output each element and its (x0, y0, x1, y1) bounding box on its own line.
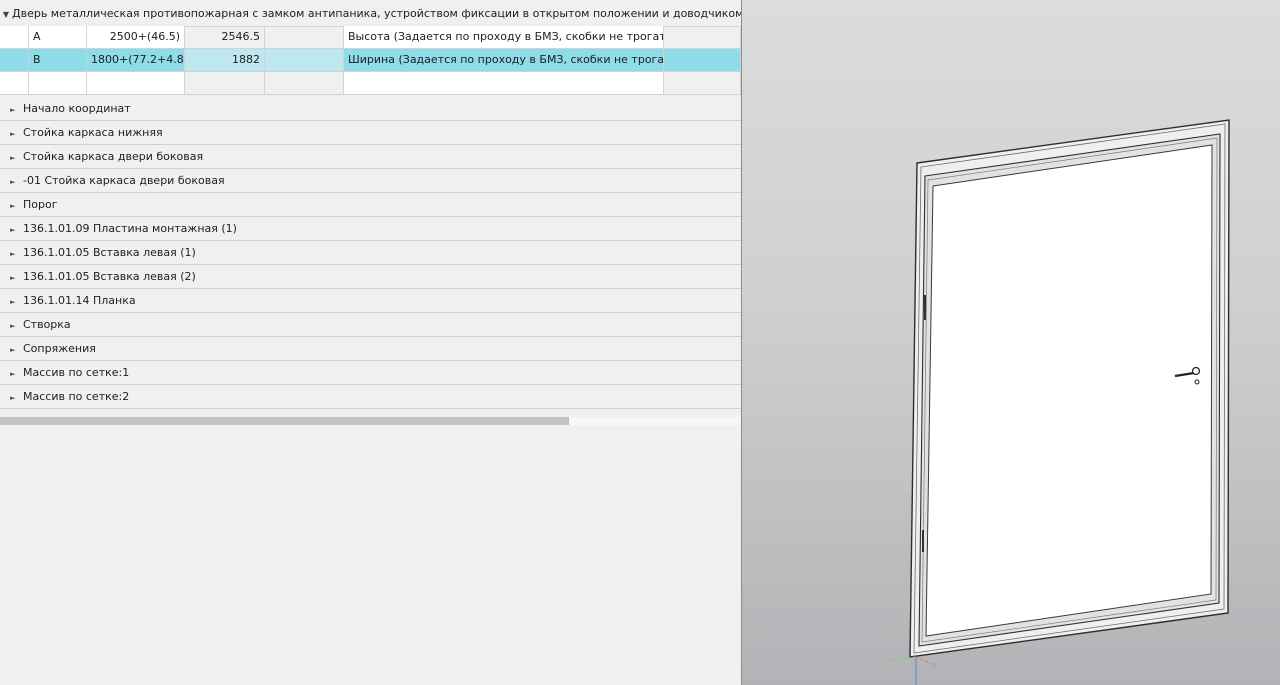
expand-arrow-icon[interactable]: ► (10, 290, 23, 312)
variable-row-new[interactable] (0, 72, 741, 95)
model-tree: ► Начало координат ► Стойка каркаса нижняя… (0, 97, 741, 409)
tree-item[interactable]: ► 136.1.01.05 Вставка левая (1) (0, 241, 741, 265)
expand-arrow-icon[interactable]: ► (10, 314, 23, 336)
tree-item-label: 136.1.01.05 Вставка левая (2) (23, 270, 196, 283)
horizontal-scrollbar[interactable] (0, 417, 741, 425)
expand-arrow-icon[interactable]: ► (10, 122, 23, 144)
tree-item[interactable]: ► Сопряжения (0, 337, 741, 361)
tree-item[interactable]: ► Массив по сетке:2 (0, 385, 741, 409)
expand-arrow-icon[interactable]: ► (10, 98, 23, 120)
tree-item-label: Стойка каркаса двери боковая (23, 150, 204, 163)
variable-extra (265, 72, 344, 95)
tree-item-label: Массив по сетке:1 (23, 366, 130, 379)
variable-name[interactable]: A (29, 26, 87, 49)
variable-extra-2 (664, 72, 741, 95)
model-title: Дверь металлическая противопожарная с за… (12, 7, 741, 20)
tree-item[interactable]: ► 136.1.01.14 Планка (0, 289, 741, 313)
row-indicator[interactable] (0, 49, 29, 72)
variable-expression[interactable]: 1800+(77.2+4.8) (87, 49, 185, 72)
variable-extra (265, 49, 344, 72)
tree-item-label: 136.1.01.05 Вставка левая (1) (23, 246, 196, 259)
tree-item[interactable]: ► Створка (0, 313, 741, 337)
tree-item-label: Стойка каркаса нижняя (23, 126, 163, 139)
tree-item-label: Начало координат (23, 102, 131, 115)
tree-item-label: -01 Стойка каркаса двери боковая (23, 174, 225, 187)
expand-arrow-icon[interactable]: ► (10, 146, 23, 168)
variable-row-b[interactable]: B 1800+(77.2+4.8) 1882 Ширина (Задается … (0, 49, 741, 72)
tree-item-label: 136.1.01.14 Планка (23, 294, 136, 307)
expand-arrow-icon[interactable]: ► (10, 194, 23, 216)
variable-comment[interactable]: Высота (Задается по проходу в БМЗ, скобк… (344, 26, 664, 49)
variable-comment[interactable] (344, 72, 664, 95)
tree-item[interactable]: ► Стойка каркаса двери боковая (0, 145, 741, 169)
variable-name[interactable] (29, 72, 87, 95)
door-model (883, 119, 1230, 685)
expand-arrow-icon[interactable]: ► (10, 170, 23, 192)
variable-value: 2546.5 (185, 26, 265, 49)
tree-item-label: Сопряжения (23, 342, 96, 355)
3d-viewport[interactable] (742, 0, 1280, 685)
tree-item[interactable]: ► Порог (0, 193, 741, 217)
row-indicator[interactable] (0, 26, 29, 49)
expand-arrow-icon[interactable]: ► (10, 218, 23, 240)
variable-row-a[interactable]: A 2500+(46.5) 2546.5 Высота (Задается по… (0, 26, 741, 49)
tree-item[interactable]: ► 136.1.01.05 Вставка левая (2) (0, 265, 741, 289)
variable-value (185, 72, 265, 95)
variable-extra (265, 26, 344, 49)
tree-item[interactable]: ► Массив по сетке:1 (0, 361, 741, 385)
tree-item-label: Створка (23, 318, 71, 331)
model-group-header[interactable]: ▼ Дверь металлическая противопожарная с з… (0, 0, 741, 27)
expand-arrow-icon[interactable]: ► (10, 362, 23, 384)
tree-item[interactable]: ► Начало координат (0, 97, 741, 121)
variables-panel: ▼ Дверь металлическая противопожарная с з… (0, 0, 741, 685)
variable-extra-2 (664, 49, 741, 72)
variable-value: 1882 (185, 49, 265, 72)
scrollbar-thumb[interactable] (0, 417, 569, 425)
variable-expression[interactable]: 2500+(46.5) (87, 26, 185, 49)
tree-item[interactable]: ► Стойка каркаса нижняя (0, 121, 741, 145)
expand-arrow-icon[interactable]: ► (10, 242, 23, 264)
expand-arrow-icon[interactable]: ► (10, 266, 23, 288)
variable-comment[interactable]: Ширина (Задается по проходу в БМЗ, скобк… (344, 49, 664, 72)
expand-arrow-icon[interactable]: ► (10, 338, 23, 360)
tree-item-label: Массив по сетке:2 (23, 390, 130, 403)
variable-name[interactable]: B (29, 49, 87, 72)
tree-item-label: 136.1.01.09 Пластина монтажная (1) (23, 222, 237, 235)
expand-arrow-icon[interactable]: ▼ (0, 1, 12, 26)
tree-item[interactable]: ► -01 Стойка каркаса двери боковая (0, 169, 741, 193)
axis-triad-icon (883, 656, 937, 685)
expand-arrow-icon[interactable]: ► (10, 386, 23, 408)
variable-expression[interactable] (87, 72, 185, 95)
tree-item-label: Порог (23, 198, 58, 211)
variable-extra-2 (664, 26, 741, 49)
row-indicator[interactable] (0, 72, 29, 95)
tree-item[interactable]: ► 136.1.01.09 Пластина монтажная (1) (0, 217, 741, 241)
door-leaf (925, 144, 1213, 637)
